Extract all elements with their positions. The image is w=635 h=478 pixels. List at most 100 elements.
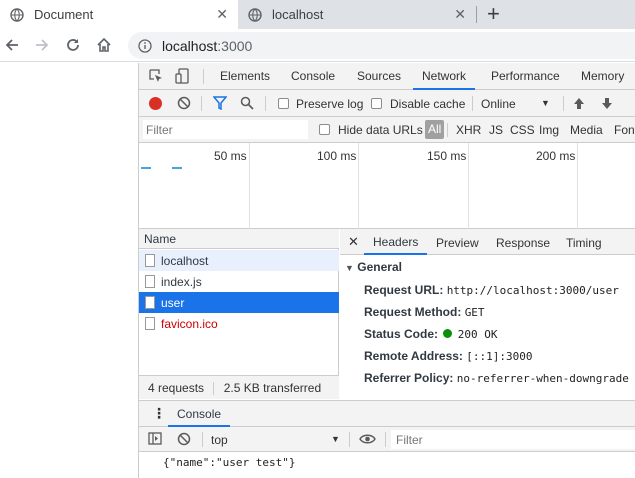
header-request-method: Request Method: GET: [364, 305, 485, 319]
divider: [202, 432, 203, 447]
request-name: localhost: [161, 253, 209, 268]
sidebar-toggle-icon[interactable]: [148, 432, 162, 445]
document-icon: [145, 296, 155, 309]
timeline-gridline: [249, 143, 250, 229]
name-column-header[interactable]: Name: [139, 229, 339, 249]
transferred-size: 2.5 KB transferred: [223, 381, 322, 395]
tab-network-label: Network: [422, 69, 467, 83]
console-filter-input[interactable]: [391, 430, 635, 449]
request-row-localhost[interactable]: localhost: [139, 250, 339, 271]
divider: [447, 123, 448, 137]
throttling-select[interactable]: Online ▼: [480, 90, 552, 117]
context-select[interactable]: top ▼: [209, 427, 343, 452]
browser-tab-title: localhost: [272, 7, 324, 22]
filter-icon[interactable]: [213, 96, 227, 110]
timeline-overview[interactable]: 50 ms 100 ms 150 ms 200 ms: [139, 143, 635, 229]
filter-type-all[interactable]: All: [425, 120, 445, 139]
timeline-tick-label: 100 ms: [317, 149, 357, 163]
header-value: [::1]:3000: [466, 350, 533, 363]
timeline-tick-label: 150 ms: [427, 149, 467, 163]
request-list: Name localhost index.js user favicon.ico…: [139, 229, 339, 399]
address-bar[interactable]: localhost:3000: [128, 32, 635, 59]
back-button[interactable]: [2, 35, 22, 55]
network-toolbar: Preserve log Disable cache Online ▼: [139, 90, 635, 117]
header-value: 200 OK: [457, 328, 498, 341]
timeline-gridline: [358, 143, 359, 229]
tab-elements[interactable]: Elements: [220, 63, 270, 90]
request-row-favicon[interactable]: favicon.ico: [139, 313, 339, 334]
timeline-gridline: [577, 143, 578, 229]
context-value: top: [211, 433, 228, 447]
reload-button[interactable]: [63, 35, 83, 55]
hide-data-urls-checkbox[interactable]: [319, 124, 330, 135]
devtools-panel: Elements Console Sources Network Perform…: [138, 63, 635, 478]
filter-type-xhr[interactable]: XHR: [456, 123, 481, 137]
record-button[interactable]: [149, 97, 162, 110]
request-count: 4 requests: [148, 381, 205, 395]
browser-tab-title: Document: [34, 7, 94, 22]
tab-divider: [476, 6, 477, 23]
dropdown-arrow-icon: ▼: [331, 434, 340, 444]
globe-icon: [10, 7, 24, 22]
tab-performance[interactable]: Performance: [491, 63, 560, 90]
filter-type-img[interactable]: Img: [539, 123, 559, 137]
close-tab-icon[interactable]: ✕: [454, 7, 466, 21]
hide-data-urls-label: Hide data URLs: [338, 123, 423, 137]
preserve-log-checkbox[interactable]: [278, 98, 289, 109]
filter-type-media[interactable]: Media: [570, 123, 603, 137]
forward-button[interactable]: [32, 35, 52, 55]
close-tab-icon[interactable]: ✕: [216, 7, 228, 21]
tab-memory[interactable]: Memory: [581, 63, 624, 90]
search-icon[interactable]: [240, 96, 254, 110]
browser-tab-strip: Document ✕ localhost ✕ +: [0, 0, 635, 29]
home-button[interactable]: [94, 35, 114, 55]
header-remote-address: Remote Address: [::1]:3000: [364, 349, 533, 363]
disable-cache-label: Disable cache: [390, 97, 466, 111]
arrow-right-icon: [36, 39, 49, 51]
request-name: index.js: [161, 274, 202, 289]
filter-input[interactable]: [143, 120, 308, 139]
clear-console-icon[interactable]: [177, 432, 191, 446]
drawer-tab-console[interactable]: Console: [168, 401, 231, 427]
tab-timing[interactable]: Timing: [566, 236, 602, 250]
clear-icon[interactable]: [177, 96, 191, 110]
tab-preview[interactable]: Preview: [436, 236, 479, 250]
tab-network[interactable]: Network: [413, 63, 476, 90]
globe-icon: [248, 7, 262, 22]
header-value: GET: [464, 306, 485, 319]
request-row-user[interactable]: user: [139, 292, 339, 313]
timeline-request-bar: [172, 167, 182, 169]
document-icon: [145, 275, 155, 288]
close-detail-icon[interactable]: ✕: [348, 234, 359, 250]
tab-console[interactable]: Console: [291, 63, 335, 90]
tab-response[interactable]: Response: [496, 236, 550, 250]
browser-toolbar: localhost:3000: [0, 29, 635, 62]
filter-type-font[interactable]: Font: [614, 123, 635, 137]
request-row-index-js[interactable]: index.js: [139, 271, 339, 292]
divider: [349, 432, 350, 447]
header-status-code: Status Code: 200 OK: [364, 327, 497, 341]
divider: [203, 69, 204, 84]
timeline-gridline: [468, 143, 469, 229]
browser-tab-localhost[interactable]: localhost ✕: [238, 0, 476, 29]
drawer-tab-console-label: Console: [177, 407, 222, 421]
url-port: :3000: [217, 37, 253, 54]
timeline-tick-label: 200 ms: [536, 149, 576, 163]
browser-tab-document[interactable]: Document ✕: [0, 0, 238, 29]
tab-headers[interactable]: Headers: [364, 229, 428, 255]
filter-type-css[interactable]: CSS: [510, 123, 535, 137]
eye-icon[interactable]: [359, 433, 376, 445]
upload-icon[interactable]: [573, 97, 585, 110]
device-toolbar-icon[interactable]: [175, 68, 189, 84]
header-key: Referrer Policy:: [364, 371, 454, 385]
disable-cache-checkbox[interactable]: [371, 98, 382, 109]
more-options-icon[interactable]: ⋮: [152, 405, 166, 422]
tab-sources[interactable]: Sources: [357, 63, 401, 90]
new-tab-button[interactable]: +: [487, 1, 500, 27]
console-log-line: {"name":"user test"}: [163, 456, 296, 469]
download-icon[interactable]: [601, 97, 613, 110]
header-key: Status Code:: [364, 327, 439, 341]
filter-type-js[interactable]: JS: [489, 123, 503, 137]
inspect-element-icon[interactable]: [149, 69, 163, 83]
general-section-toggle[interactable]: ▼ General: [345, 260, 402, 274]
